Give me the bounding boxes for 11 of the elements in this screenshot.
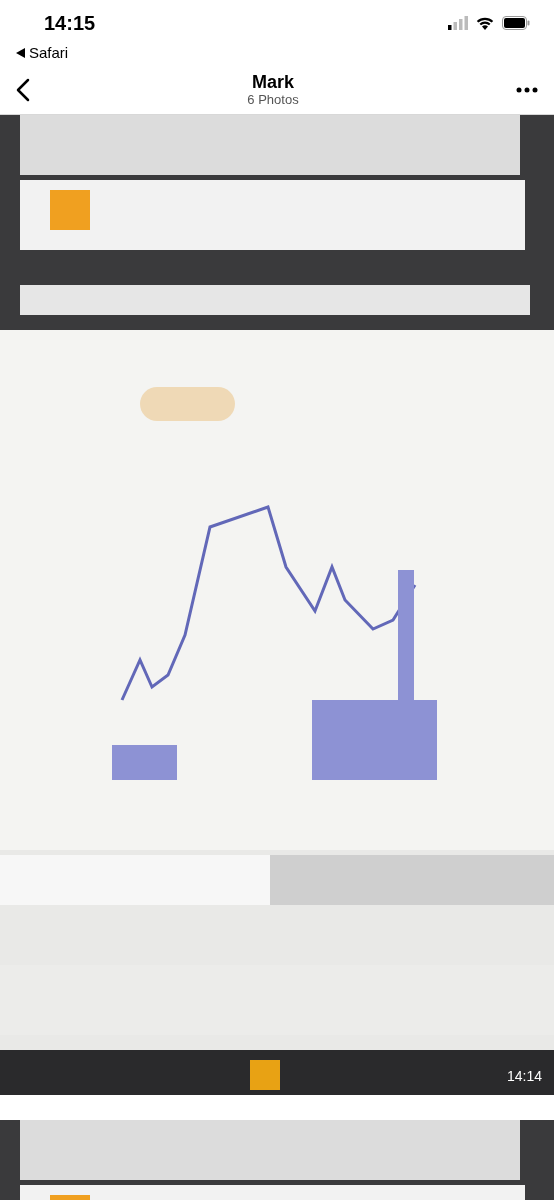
- more-icon[interactable]: [516, 87, 538, 94]
- battery-icon: [502, 16, 530, 30]
- back-triangle-icon: [16, 48, 25, 59]
- signal-icon: [448, 16, 468, 30]
- wifi-icon: [476, 16, 494, 30]
- back-to-app-link[interactable]: Safari: [29, 42, 69, 65]
- clock-time: 14:15: [43, 11, 96, 36]
- photo-count: 6 Photos: [247, 92, 299, 109]
- conversation-title: Mark: [252, 72, 294, 93]
- photo-timestamp: 14:14: [506, 1067, 542, 1086]
- back-chevron-icon[interactable]: [16, 78, 30, 103]
